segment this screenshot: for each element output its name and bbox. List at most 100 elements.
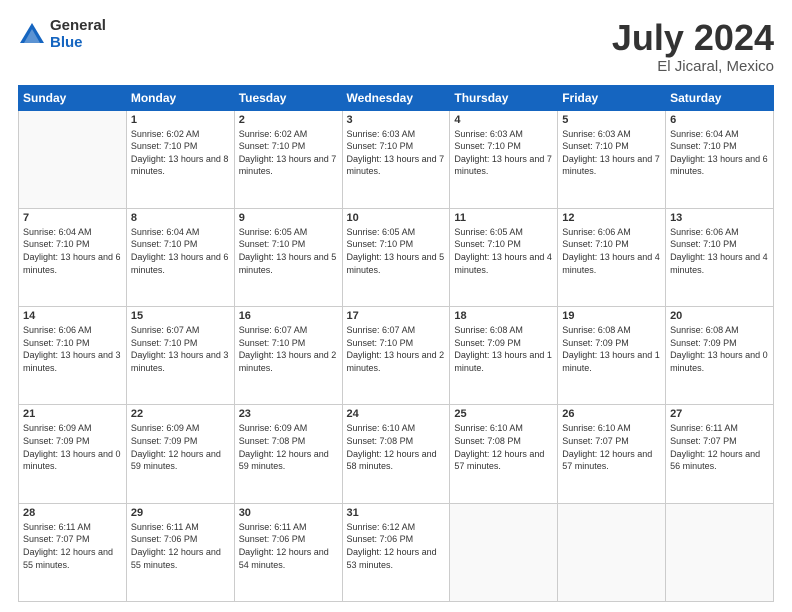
day-info: Sunrise: 6:07 AM Sunset: 7:10 PM Dayligh… xyxy=(347,324,446,374)
table-row: 25 Sunrise: 6:10 AM Sunset: 7:08 PM Dayli… xyxy=(450,405,558,503)
day-info: Sunrise: 6:08 AM Sunset: 7:09 PM Dayligh… xyxy=(454,324,553,374)
day-info: Sunrise: 6:09 AM Sunset: 7:09 PM Dayligh… xyxy=(131,422,230,472)
logo-text: General Blue xyxy=(50,18,106,51)
col-friday: Friday xyxy=(558,85,666,110)
day-number: 13 xyxy=(670,212,769,224)
day-number: 20 xyxy=(670,310,769,322)
day-info: Sunrise: 6:03 AM Sunset: 7:10 PM Dayligh… xyxy=(562,128,661,178)
table-row xyxy=(19,110,127,208)
day-number: 1 xyxy=(131,114,230,126)
table-row: 1 Sunrise: 6:02 AM Sunset: 7:10 PM Daylig… xyxy=(126,110,234,208)
table-row: 24 Sunrise: 6:10 AM Sunset: 7:08 PM Dayli… xyxy=(342,405,450,503)
table-row xyxy=(666,503,774,601)
day-info: Sunrise: 6:06 AM Sunset: 7:10 PM Dayligh… xyxy=(23,324,122,374)
day-info: Sunrise: 6:07 AM Sunset: 7:10 PM Dayligh… xyxy=(131,324,230,374)
table-row: 18 Sunrise: 6:08 AM Sunset: 7:09 PM Dayli… xyxy=(450,307,558,405)
day-number: 21 xyxy=(23,408,122,420)
day-number: 11 xyxy=(454,212,553,224)
day-number: 23 xyxy=(239,408,338,420)
day-info: Sunrise: 6:11 AM Sunset: 7:06 PM Dayligh… xyxy=(239,521,338,571)
day-info: Sunrise: 6:10 AM Sunset: 7:08 PM Dayligh… xyxy=(347,422,446,472)
day-number: 16 xyxy=(239,310,338,322)
calendar-week-row: 1 Sunrise: 6:02 AM Sunset: 7:10 PM Daylig… xyxy=(19,110,774,208)
day-info: Sunrise: 6:08 AM Sunset: 7:09 PM Dayligh… xyxy=(562,324,661,374)
day-info: Sunrise: 6:09 AM Sunset: 7:09 PM Dayligh… xyxy=(23,422,122,472)
day-info: Sunrise: 6:06 AM Sunset: 7:10 PM Dayligh… xyxy=(670,226,769,276)
table-row: 23 Sunrise: 6:09 AM Sunset: 7:08 PM Dayli… xyxy=(234,405,342,503)
table-row: 28 Sunrise: 6:11 AM Sunset: 7:07 PM Dayli… xyxy=(19,503,127,601)
day-info: Sunrise: 6:04 AM Sunset: 7:10 PM Dayligh… xyxy=(23,226,122,276)
table-row: 30 Sunrise: 6:11 AM Sunset: 7:06 PM Dayli… xyxy=(234,503,342,601)
table-row: 5 Sunrise: 6:03 AM Sunset: 7:10 PM Daylig… xyxy=(558,110,666,208)
calendar-week-row: 14Sunrise: 6:06 AM Sunset: 7:10 PM Dayli… xyxy=(19,307,774,405)
day-info: Sunrise: 6:11 AM Sunset: 7:06 PM Dayligh… xyxy=(131,521,230,571)
day-info: Sunrise: 6:11 AM Sunset: 7:07 PM Dayligh… xyxy=(670,422,769,472)
table-row: 11 Sunrise: 6:05 AM Sunset: 7:10 PM Dayli… xyxy=(450,208,558,306)
day-info: Sunrise: 6:05 AM Sunset: 7:10 PM Dayligh… xyxy=(347,226,446,276)
table-row: 2 Sunrise: 6:02 AM Sunset: 7:10 PM Daylig… xyxy=(234,110,342,208)
day-number: 19 xyxy=(562,310,661,322)
day-number: 26 xyxy=(562,408,661,420)
day-info: Sunrise: 6:03 AM Sunset: 7:10 PM Dayligh… xyxy=(454,128,553,178)
day-number: 31 xyxy=(347,507,446,519)
day-info: Sunrise: 6:12 AM Sunset: 7:06 PM Dayligh… xyxy=(347,521,446,571)
day-info: Sunrise: 6:03 AM Sunset: 7:10 PM Dayligh… xyxy=(347,128,446,178)
day-info: Sunrise: 6:05 AM Sunset: 7:10 PM Dayligh… xyxy=(454,226,553,276)
day-number: 3 xyxy=(347,114,446,126)
table-row: 12Sunrise: 6:06 AM Sunset: 7:10 PM Dayli… xyxy=(558,208,666,306)
calendar-week-row: 28 Sunrise: 6:11 AM Sunset: 7:07 PM Dayli… xyxy=(19,503,774,601)
day-number: 24 xyxy=(347,408,446,420)
table-row xyxy=(558,503,666,601)
table-row: 7 Sunrise: 6:04 AM Sunset: 7:10 PM Daylig… xyxy=(19,208,127,306)
day-number: 6 xyxy=(670,114,769,126)
col-monday: Monday xyxy=(126,85,234,110)
page: General Blue July 2024 El Jicaral, Mexic… xyxy=(0,0,792,612)
table-row: 10 Sunrise: 6:05 AM Sunset: 7:10 PM Dayli… xyxy=(342,208,450,306)
day-number: 7 xyxy=(23,212,122,224)
col-wednesday: Wednesday xyxy=(342,85,450,110)
calendar-week-row: 7 Sunrise: 6:04 AM Sunset: 7:10 PM Daylig… xyxy=(19,208,774,306)
day-info: Sunrise: 6:10 AM Sunset: 7:08 PM Dayligh… xyxy=(454,422,553,472)
table-row: 8 Sunrise: 6:04 AM Sunset: 7:10 PM Daylig… xyxy=(126,208,234,306)
table-row xyxy=(450,503,558,601)
day-number: 28 xyxy=(23,507,122,519)
calendar-table: Sunday Monday Tuesday Wednesday Thursday… xyxy=(18,85,774,602)
day-info: Sunrise: 6:08 AM Sunset: 7:09 PM Dayligh… xyxy=(670,324,769,374)
logo-general: General xyxy=(50,18,106,35)
day-info: Sunrise: 6:11 AM Sunset: 7:07 PM Dayligh… xyxy=(23,521,122,571)
table-row: 20 Sunrise: 6:08 AM Sunset: 7:09 PM Dayli… xyxy=(666,307,774,405)
day-info: Sunrise: 6:06 AM Sunset: 7:10 PM Dayligh… xyxy=(562,226,661,276)
logo-icon xyxy=(18,21,46,49)
day-number: 8 xyxy=(131,212,230,224)
day-number: 17 xyxy=(347,310,446,322)
table-row: 14Sunrise: 6:06 AM Sunset: 7:10 PM Dayli… xyxy=(19,307,127,405)
day-info: Sunrise: 6:04 AM Sunset: 7:10 PM Dayligh… xyxy=(131,226,230,276)
title-block: July 2024 El Jicaral, Mexico xyxy=(612,18,774,75)
day-info: Sunrise: 6:04 AM Sunset: 7:10 PM Dayligh… xyxy=(670,128,769,178)
table-row: 27 Sunrise: 6:11 AM Sunset: 7:07 PM Dayli… xyxy=(666,405,774,503)
day-info: Sunrise: 6:09 AM Sunset: 7:08 PM Dayligh… xyxy=(239,422,338,472)
title-month: July 2024 xyxy=(612,18,774,58)
day-number: 25 xyxy=(454,408,553,420)
day-info: Sunrise: 6:05 AM Sunset: 7:10 PM Dayligh… xyxy=(239,226,338,276)
day-number: 5 xyxy=(562,114,661,126)
table-row: 15Sunrise: 6:07 AM Sunset: 7:10 PM Dayli… xyxy=(126,307,234,405)
day-number: 18 xyxy=(454,310,553,322)
day-info: Sunrise: 6:07 AM Sunset: 7:10 PM Dayligh… xyxy=(239,324,338,374)
table-row: 26 Sunrise: 6:10 AM Sunset: 7:07 PM Dayli… xyxy=(558,405,666,503)
day-info: Sunrise: 6:10 AM Sunset: 7:07 PM Dayligh… xyxy=(562,422,661,472)
col-saturday: Saturday xyxy=(666,85,774,110)
day-number: 2 xyxy=(239,114,338,126)
day-info: Sunrise: 6:02 AM Sunset: 7:10 PM Dayligh… xyxy=(131,128,230,178)
day-number: 10 xyxy=(347,212,446,224)
title-location: El Jicaral, Mexico xyxy=(612,58,774,75)
day-info: Sunrise: 6:02 AM Sunset: 7:10 PM Dayligh… xyxy=(239,128,338,178)
table-row: 29Sunrise: 6:11 AM Sunset: 7:06 PM Dayli… xyxy=(126,503,234,601)
day-number: 9 xyxy=(239,212,338,224)
day-number: 30 xyxy=(239,507,338,519)
table-row: 22Sunrise: 6:09 AM Sunset: 7:09 PM Dayli… xyxy=(126,405,234,503)
day-number: 27 xyxy=(670,408,769,420)
table-row: 21 Sunrise: 6:09 AM Sunset: 7:09 PM Dayli… xyxy=(19,405,127,503)
day-number: 4 xyxy=(454,114,553,126)
table-row: 6 Sunrise: 6:04 AM Sunset: 7:10 PM Daylig… xyxy=(666,110,774,208)
